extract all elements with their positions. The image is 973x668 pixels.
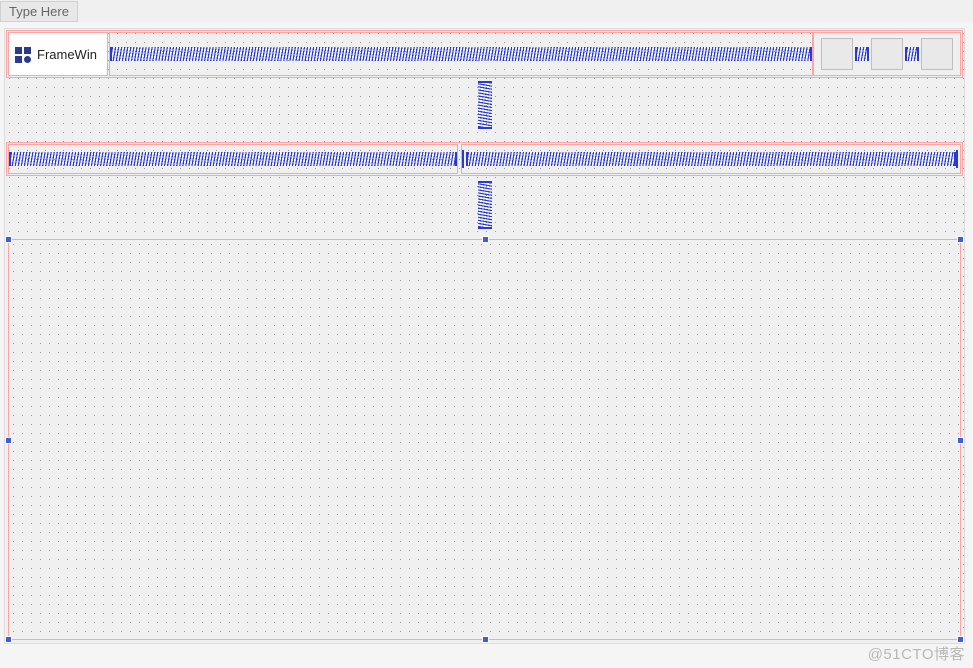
spacer-row [5, 141, 964, 177]
resize-handle-se[interactable] [957, 636, 964, 643]
watermark-text: @51CTO博客 [868, 643, 965, 664]
title-spacer-cell[interactable] [109, 32, 813, 76]
vertical-spring-2 [5, 181, 964, 237]
horizontal-spring-icon [905, 47, 919, 61]
horizontal-spring-icon [466, 152, 956, 166]
app-grid-icon [13, 44, 33, 64]
vertical-spring-icon [478, 181, 492, 229]
horizontal-spring-icon [110, 47, 812, 61]
resize-handle-n[interactable] [482, 236, 489, 243]
horizontal-spring-icon [9, 152, 457, 166]
window-buttons-cell[interactable] [813, 32, 961, 76]
spacer-right-cell[interactable] [461, 144, 961, 174]
resize-handle-e[interactable] [957, 437, 964, 444]
max-button[interactable] [871, 38, 903, 70]
window-title-label: FrameWin [37, 47, 97, 62]
min-button[interactable] [821, 38, 853, 70]
resize-handle-nw[interactable] [5, 236, 12, 243]
central-widget-panel[interactable] [8, 239, 961, 640]
spacer-left-cell[interactable] [8, 144, 458, 174]
vertical-spring-icon [478, 81, 492, 129]
menu-bar: Type Here [0, 0, 973, 22]
menu-type-here[interactable]: Type Here [0, 1, 78, 22]
resize-handle-w[interactable] [5, 437, 12, 444]
title-icon-cell[interactable]: FrameWin [8, 32, 108, 76]
titlebar-row: FrameWin [5, 29, 964, 79]
horizontal-spring-icon [855, 47, 869, 61]
vertical-spring-1 [5, 81, 964, 137]
resize-handle-sw[interactable] [5, 636, 12, 643]
resize-handle-ne[interactable] [957, 236, 964, 243]
close-button[interactable] [921, 38, 953, 70]
resize-handle-s[interactable] [482, 636, 489, 643]
form-designer-canvas[interactable]: FrameWin [4, 28, 965, 644]
